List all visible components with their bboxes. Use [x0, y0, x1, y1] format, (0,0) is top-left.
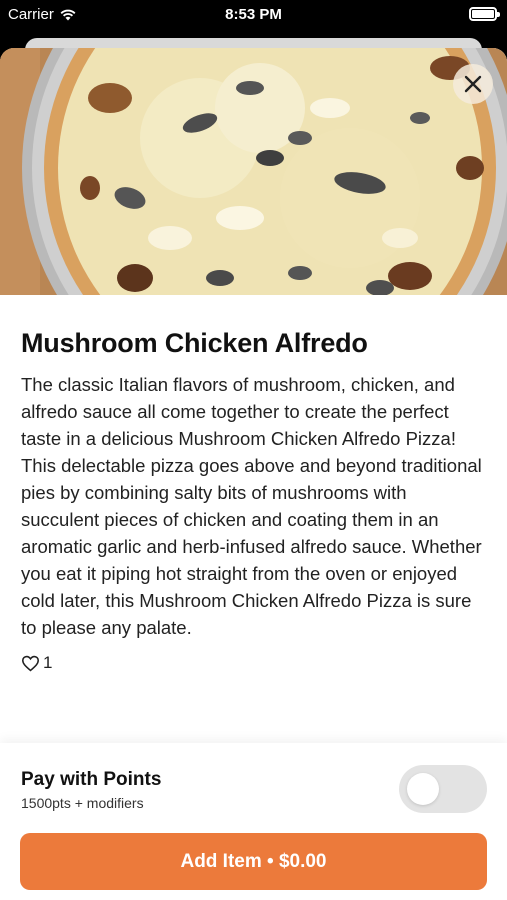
- close-icon: [464, 75, 482, 93]
- status-time: 8:53 PM: [225, 6, 282, 23]
- close-button[interactable]: [453, 64, 493, 104]
- pay-with-points-toggle[interactable]: [399, 765, 487, 813]
- add-item-button[interactable]: Add Item • $0.00: [20, 833, 487, 890]
- pizza-illustration: [0, 48, 507, 295]
- heart-icon: [21, 655, 40, 671]
- pay-with-points-subtitle: 1500pts + modifiers: [21, 795, 144, 811]
- like-button[interactable]: 1: [21, 653, 486, 673]
- item-title: Mushroom Chicken Alfredo: [21, 328, 368, 358]
- item-content: Mushroom Chicken Alfredo The classic Ita…: [21, 328, 486, 673]
- status-bar: Carrier 8:53 PM: [0, 0, 507, 30]
- pay-with-points-title: Pay with Points: [21, 769, 162, 790]
- item-detail-sheet: Mushroom Chicken Alfredo The classic Ita…: [0, 48, 507, 900]
- toggle-knob: [407, 773, 439, 805]
- item-description: The classic Italian flavors of mushroom,…: [21, 374, 482, 638]
- item-photo: [0, 48, 507, 295]
- battery-icon: [469, 7, 500, 21]
- like-count: 1: [43, 653, 53, 672]
- checkout-footer: Pay with Points 1500pts + modifiers Add …: [0, 743, 507, 900]
